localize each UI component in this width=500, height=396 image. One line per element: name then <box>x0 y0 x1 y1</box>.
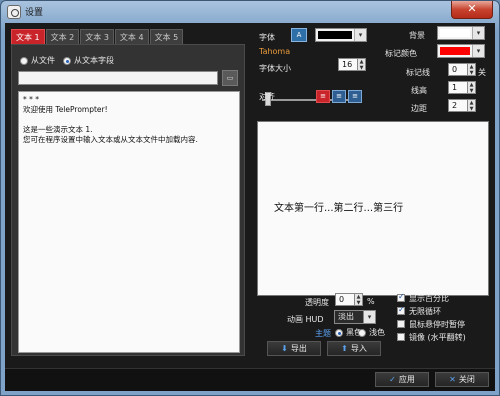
window-close-button[interactable]: ✕ <box>451 1 493 19</box>
line-height-stepper[interactable]: ▲ ▼ <box>468 81 476 94</box>
window-title: 设置 <box>25 8 44 18</box>
dialog-button-bar: ✓ 应用 ✕ 关闭 <box>5 368 495 391</box>
font-size-stepper[interactable]: ▲ ▼ <box>358 58 366 71</box>
apply-button[interactable]: ✓ 应用 <box>375 372 429 387</box>
pause-on-hover-checkbox[interactable] <box>397 320 405 328</box>
close-button-label: 关闭 <box>458 375 475 384</box>
chevron-down-icon: ▾ <box>472 27 484 39</box>
align-justify-icon: ≡ <box>352 92 358 100</box>
radio-button-checked[interactable] <box>335 328 343 337</box>
font-label: 字体 <box>259 33 275 42</box>
close-button[interactable]: ✕ 关闭 <box>435 372 489 387</box>
tab-text-1[interactable]: 文本 1 <box>11 29 45 45</box>
folder-icon: ▭ <box>226 74 234 82</box>
marker-color-fill <box>440 47 470 55</box>
mirror-checkbox[interactable] <box>397 333 405 341</box>
check-icon: ✓ <box>389 375 396 384</box>
close-icon: ✕ <box>449 375 456 384</box>
font-size-input[interactable]: 16 <box>338 58 358 71</box>
font-picker-button[interactable]: A <box>291 28 307 42</box>
line-height-input[interactable]: 1 <box>448 81 468 94</box>
radio-from-text-label: 从文本字段 <box>74 56 114 65</box>
align-left-button[interactable]: ≡ <box>316 90 330 103</box>
app-icon <box>7 5 21 19</box>
browse-button[interactable]: ▭ <box>222 70 238 86</box>
margin-stepper[interactable]: ▲ ▼ <box>468 99 476 112</box>
show-percent-label: 显示百分比 <box>409 294 449 303</box>
marker-line-label: 标记线 <box>406 68 430 77</box>
apply-button-label: 应用 <box>398 375 415 384</box>
export-button-label: 导出 <box>290 344 307 353</box>
marker-color-label: 标记颜色 <box>385 49 417 58</box>
theme-light-label: 浅色 <box>369 328 385 337</box>
align-center-icon: ≡ <box>336 92 342 100</box>
radio-from-file[interactable]: 从文件 <box>20 55 55 66</box>
mirror-label: 镜像 (水平翻转) <box>409 333 466 342</box>
marker-line-state: 关 <box>478 68 486 77</box>
margin-input[interactable]: 2 <box>448 99 468 112</box>
background-color-picker[interactable]: ▾ <box>437 26 485 40</box>
preview-text: 文本第一行...第二行...第三行 <box>274 203 404 214</box>
font-size-label: 字体大小 <box>259 64 291 73</box>
title-bar: 设置 ✕ <box>1 1 499 23</box>
font-icon: A <box>296 31 302 39</box>
text-source-panel: 从文件 从文本字段 ▭ * * * 欢迎使用 TelePrompter! 这是一… <box>11 44 245 356</box>
line-height-label: 线高 <box>411 86 427 95</box>
import-button[interactable]: ⬆ 导入 <box>327 341 381 356</box>
pause-on-hover-label: 鼠标悬停时暂停 <box>409 320 465 329</box>
margin-label: 边距 <box>411 104 427 113</box>
opacity-unit: % <box>367 297 375 306</box>
tab-text-2[interactable]: 文本 2 <box>45 29 80 45</box>
font-color-fill <box>318 31 352 39</box>
font-name: Tahoma <box>259 47 291 56</box>
preview-area: 文本第一行...第二行...第三行 <box>257 121 489 296</box>
import-button-label: 导入 <box>350 344 367 353</box>
file-path-input[interactable] <box>18 71 218 85</box>
align-justify-button[interactable]: ≡ <box>348 90 362 103</box>
hud-animation-label: 动画 HUD <box>287 315 324 324</box>
theme-light-option[interactable]: 浅色 <box>358 327 385 338</box>
marker-line-input[interactable]: 0 <box>448 63 468 76</box>
export-button[interactable]: ⬇ 导出 <box>267 341 321 356</box>
settings-client: 文本 1 文本 2 文本 3 文本 4 文本 5 从文件 从文本字段 ▭ * *… <box>5 23 495 391</box>
radio-from-text[interactable]: 从文本字段 <box>63 55 114 66</box>
tab-text-3[interactable]: 文本 3 <box>80 29 114 45</box>
text-content-area[interactable]: * * * 欢迎使用 TelePrompter! 这是一些演示文本 1. 您可在… <box>18 91 240 353</box>
theme-label: 主题 <box>315 329 331 338</box>
chevron-down-icon: ▾ <box>472 45 484 57</box>
tab-text-4[interactable]: 文本 4 <box>114 29 149 45</box>
font-size-slider-track[interactable] <box>262 99 362 101</box>
radio-button[interactable] <box>358 328 366 337</box>
background-color-fill <box>440 29 470 37</box>
marker-color-picker[interactable]: ▾ <box>437 44 485 58</box>
opacity-input[interactable]: 0 <box>335 293 355 306</box>
text-tabs: 文本 1 文本 2 文本 3 文本 4 文本 5 <box>11 29 184 45</box>
opacity-stepper[interactable]: ▲ ▼ <box>355 293 363 306</box>
tab-text-5[interactable]: 文本 5 <box>149 29 184 45</box>
upload-icon: ⬆ <box>341 344 348 353</box>
opacity-label: 透明度 <box>305 298 329 307</box>
infinite-loop-label: 无限循环 <box>409 307 441 316</box>
source-radio-group: 从文件 从文本字段 <box>20 55 114 66</box>
radio-from-file-label: 从文件 <box>31 56 55 65</box>
hud-animation-value: 淡出 <box>338 312 354 321</box>
infinite-loop-checkbox[interactable] <box>397 305 405 315</box>
radio-button-checked[interactable] <box>63 56 71 65</box>
settings-window: 设置 ✕ 文本 1 文本 2 文本 3 文本 4 文本 5 从文件 从文本字段 … <box>0 0 500 396</box>
chevron-down-icon: ▾ <box>354 29 366 41</box>
font-color-picker[interactable]: ▾ <box>315 28 367 42</box>
marker-line-stepper[interactable]: ▲ ▼ <box>468 63 476 76</box>
align-label: 对齐 <box>259 92 275 101</box>
show-percent-checkbox[interactable] <box>397 292 405 302</box>
background-label: 背景 <box>409 31 425 40</box>
radio-button[interactable] <box>20 56 28 65</box>
chevron-down-icon: ▾ <box>363 311 375 323</box>
align-left-icon: ≡ <box>320 92 326 100</box>
hud-animation-select[interactable]: 淡出 ▾ <box>334 310 376 324</box>
download-icon: ⬇ <box>281 344 288 353</box>
align-center-button[interactable]: ≡ <box>332 90 346 103</box>
